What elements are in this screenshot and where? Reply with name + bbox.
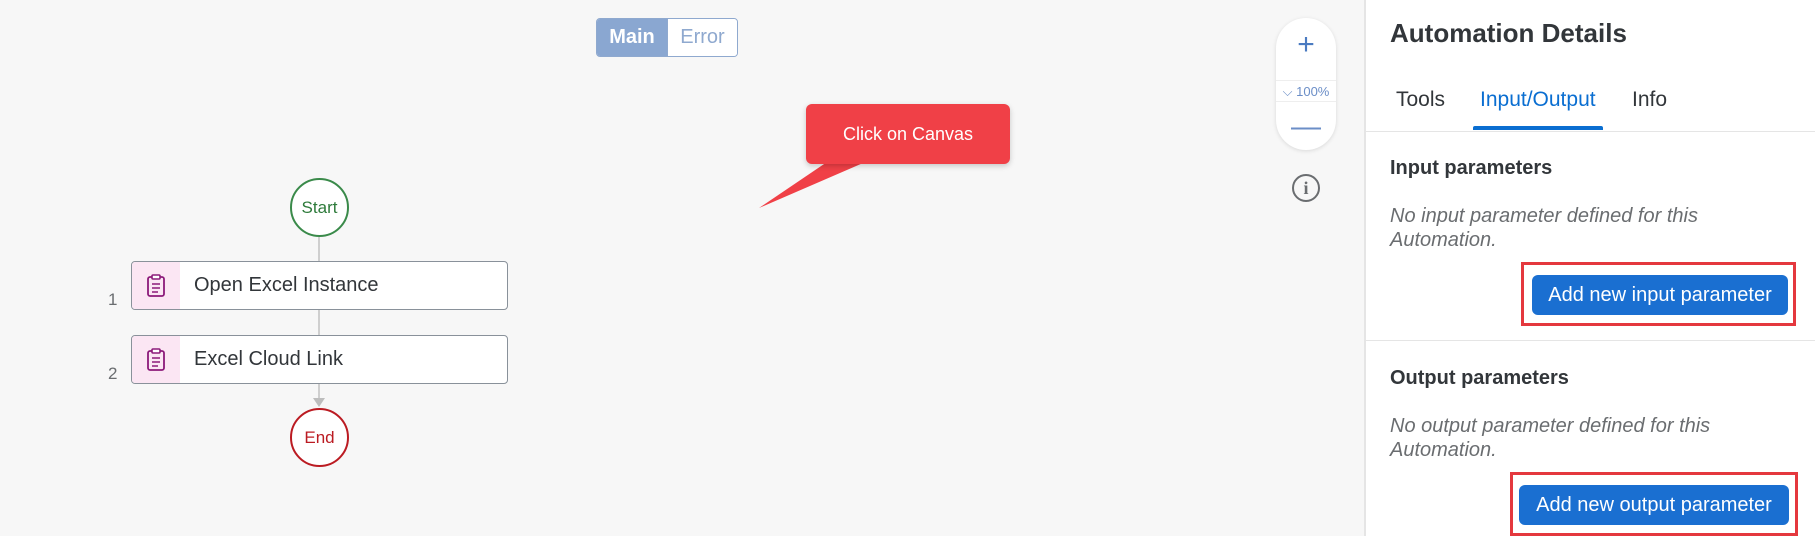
connector-arrow [313,398,325,407]
step-number: 1 [108,290,118,309]
tab-input-output[interactable]: Input/Output [1480,88,1596,112]
connector-line [318,237,320,261]
info-icon[interactable]: i [1292,174,1320,202]
clipboard-icon [132,262,180,309]
add-output-parameter-button[interactable]: Add new output parameter [1519,485,1789,525]
step-label: Open Excel Instance [194,274,379,296]
output-parameters-title: Output parameters [1390,367,1569,389]
error-tab-button[interactable]: Error [667,19,737,56]
workflow-canvas[interactable]: Main Error + ⌵ 100% — i Click on Canvas … [0,0,1364,536]
click-on-canvas-callout: Click on Canvas [806,104,1010,164]
section-divider [1366,340,1815,341]
start-node[interactable]: Start [290,178,349,237]
panel-tabs: Tools Input/Output Info [1366,78,1815,132]
connector-line [318,310,320,336]
input-empty-text: No input parameter defined for this Auto… [1390,205,1698,251]
tab-info[interactable]: Info [1632,88,1667,112]
input-parameters-title: Input parameters [1390,157,1553,179]
zoom-out-button[interactable]: — [1276,112,1336,144]
zoom-level-dropdown[interactable]: ⌵ 100% [1276,80,1336,102]
panel-title: Automation Details [1390,18,1627,48]
end-node[interactable]: End [290,408,349,467]
zoom-in-button[interactable]: + [1276,24,1336,66]
step-number: 2 [108,364,118,383]
clipboard-icon [132,336,180,383]
main-error-switch: Main Error [596,18,738,57]
step-open-excel-instance[interactable]: Open Excel Instance [131,261,508,310]
step-label: Excel Cloud Link [194,348,343,370]
output-empty-text: No output parameter defined for this Aut… [1390,415,1711,461]
active-tab-indicator [1473,126,1603,130]
main-tab-button[interactable]: Main [597,19,667,56]
step-excel-cloud-link[interactable]: Excel Cloud Link [131,335,508,384]
automation-details-panel: Automation Details Tools Input/Output In… [1366,0,1815,536]
add-input-parameter-button[interactable]: Add new input parameter [1532,275,1788,315]
zoom-control: + ⌵ 100% — [1276,18,1336,150]
tab-tools[interactable]: Tools [1396,88,1445,112]
